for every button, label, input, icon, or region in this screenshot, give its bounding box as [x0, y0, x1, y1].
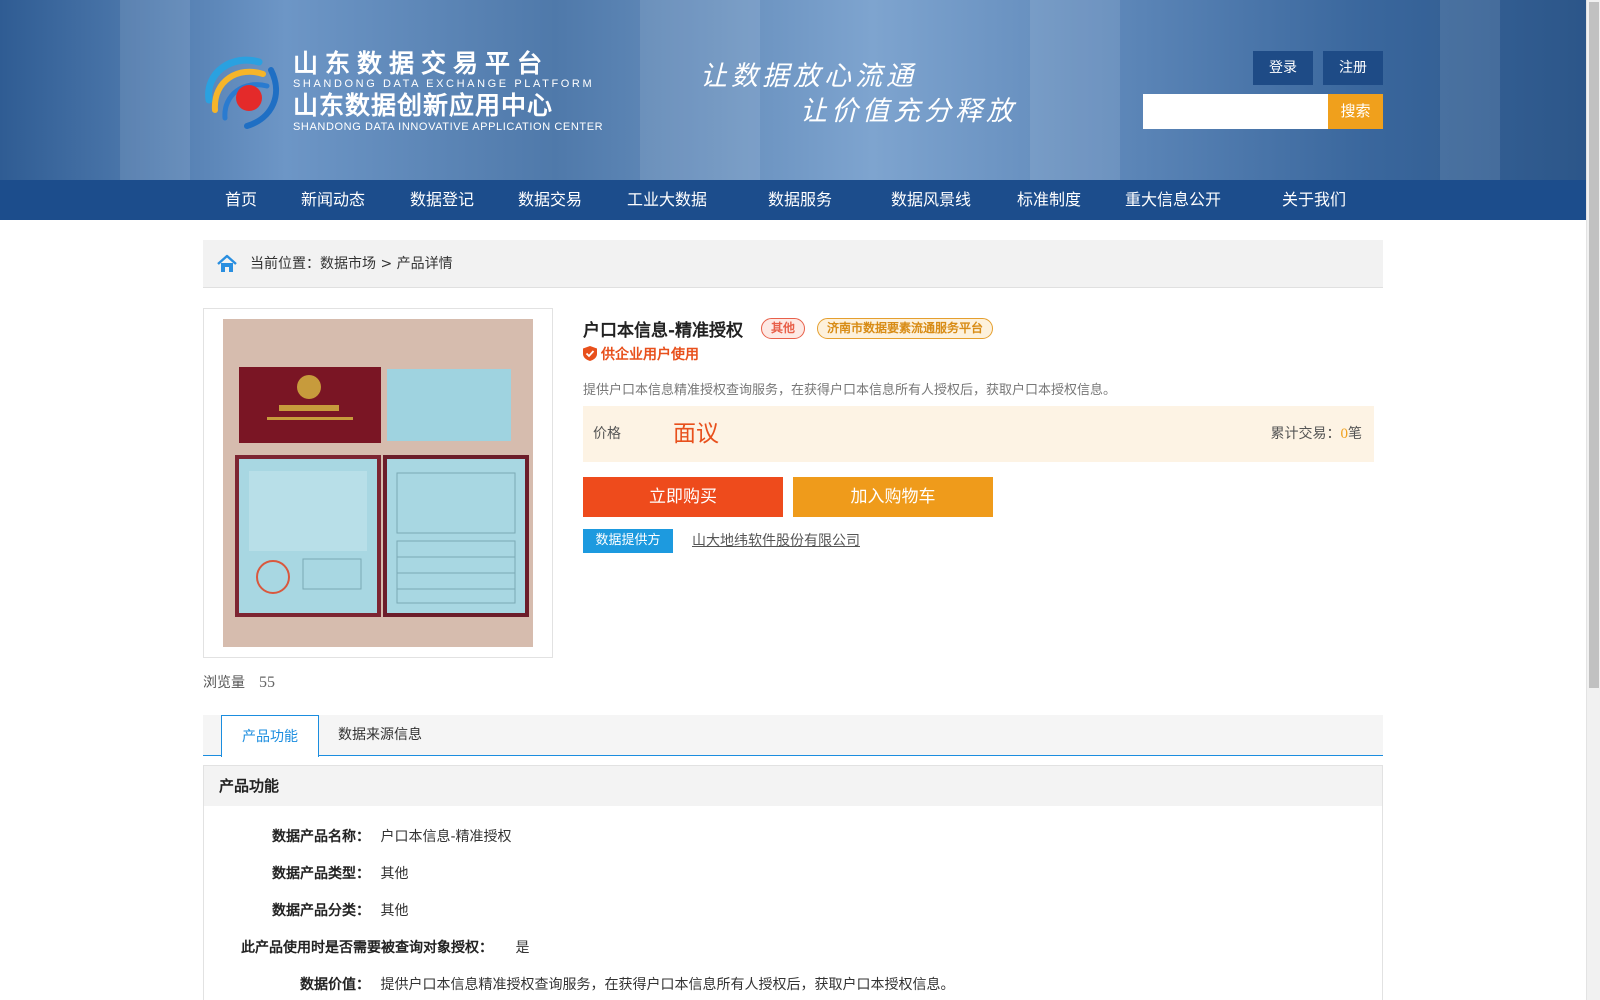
price-box: 价格 面议 累计交易：0笔 — [583, 406, 1374, 462]
header-stripe — [1030, 0, 1120, 180]
breadcrumb: 当前位置：数据市场 > 产品详情 — [203, 240, 1383, 288]
home-icon[interactable] — [217, 254, 237, 274]
platform-tag: 济南市数据要素流通服务平台 — [817, 318, 994, 339]
trade-number: 0 — [1340, 426, 1349, 442]
page-scrollbar[interactable] — [1586, 0, 1600, 1000]
nav-item-standards[interactable]: 标准制度 — [1017, 180, 1081, 220]
product-function-section: 产品功能 数据产品名称： 户口本信息-精准授权 数据产品类型： 其他 数据产品分… — [203, 765, 1383, 1000]
scrollbar-thumb[interactable] — [1589, 2, 1599, 688]
tab-data-source[interactable]: 数据来源信息 — [338, 715, 422, 756]
detail-key: 数据产品分类： — [272, 903, 370, 919]
nav-item-disclosure[interactable]: 重大信息公开 — [1125, 180, 1221, 220]
product-description: 提供户口本信息精准授权查询服务，在获得户口本信息所有人授权后，获取户口本授权信息… — [583, 383, 1117, 398]
detail-row-category: 数据产品分类： 其他 — [272, 900, 408, 920]
views-number: 55 — [259, 674, 275, 691]
shield-check-icon — [583, 346, 597, 361]
trade-label: 累计交易： — [1270, 426, 1341, 442]
breadcrumb-text: 当前位置：数据市场 > 产品详情 — [250, 256, 453, 272]
nav-item-home[interactable]: 首页 — [225, 180, 257, 220]
tab-product-function[interactable]: 产品功能 — [221, 715, 319, 757]
nav-item-registration[interactable]: 数据登记 — [410, 180, 474, 220]
detail-key: 数据价值： — [300, 977, 370, 993]
search-button[interactable]: 搜索 — [1328, 94, 1383, 129]
slogan-line-1: 让数据放心流通 — [700, 61, 917, 92]
header-stripe — [1440, 0, 1500, 180]
enterprise-use-text: 供企业用户使用 — [601, 347, 699, 363]
register-button[interactable]: 注册 — [1323, 51, 1383, 85]
product-type-tag: 其他 — [761, 318, 806, 339]
detail-value: 户口本信息-精准授权 — [380, 829, 512, 845]
product-tabs: 产品功能 数据来源信息 — [203, 715, 1383, 757]
trade-unit: 笔 — [1348, 426, 1362, 442]
site-logo-icon[interactable] — [203, 50, 283, 130]
main-nav: 首页 新闻动态 数据登记 数据交易 工业大数据 数据服务 数据风景线 标准制度 … — [0, 180, 1586, 220]
slogan-line-2: 让价值充分释放 — [800, 96, 1017, 127]
buy-now-button[interactable]: 立即购买 — [583, 477, 783, 517]
logo-subtitle-cn: 山东数据创新应用中心 — [293, 91, 554, 120]
product-title: 户口本信息-精准授权 — [583, 321, 744, 341]
detail-key: 数据产品类型： — [272, 866, 370, 882]
views-label: 浏览量 — [203, 675, 245, 691]
detail-value: 其他 — [380, 866, 409, 882]
search-input[interactable] — [1143, 94, 1328, 129]
detail-row-value: 数据价值： 提供户口本信息精准授权查询服务，在获得户口本信息所有人授权后，获取户… — [300, 974, 954, 994]
price-value: 面议 — [673, 421, 719, 446]
price-label: 价格 — [593, 426, 621, 442]
detail-value: 是 — [515, 940, 530, 956]
detail-row-authorization: 此产品使用时是否需要被查询对象授权： 是 — [241, 937, 529, 957]
section-title: 产品功能 — [204, 766, 1382, 806]
detail-key: 数据产品名称： — [272, 829, 370, 845]
provider-badge: 数据提供方 — [583, 529, 673, 553]
detail-row-type: 数据产品类型： 其他 — [272, 863, 408, 883]
household-register-photo-icon — [223, 319, 533, 647]
nav-item-industrial-data[interactable]: 工业大数据 — [627, 180, 707, 220]
nav-item-data-scenery[interactable]: 数据风景线 — [891, 180, 971, 220]
trade-count: 累计交易：0笔 — [1271, 406, 1363, 462]
enterprise-use-label: 供企业用户使用 — [583, 344, 699, 364]
detail-key: 此产品使用时是否需要被查询对象授权： — [241, 940, 493, 956]
nav-item-trading[interactable]: 数据交易 — [518, 180, 582, 220]
provider-link[interactable]: 山大地纬软件股份有限公司 — [692, 530, 860, 550]
login-button[interactable]: 登录 — [1253, 51, 1313, 85]
nav-item-news[interactable]: 新闻动态 — [301, 180, 365, 220]
logo-title-en: SHANDONG DATA EXCHANGE PLATFORM — [293, 78, 595, 90]
logo-text: 山东数据交易平台 SHANDONG DATA EXCHANGE PLATFORM… — [293, 49, 604, 134]
header-stripe — [120, 0, 190, 180]
nav-item-about[interactable]: 关于我们 — [1282, 180, 1346, 220]
view-count: 浏览量 55 — [203, 672, 275, 692]
logo-subtitle-en: SHANDONG DATA INNOVATIVE APPLICATION CEN… — [293, 121, 604, 133]
site-header: 山东数据交易平台 SHANDONG DATA EXCHANGE PLATFORM… — [0, 0, 1586, 180]
detail-row-name: 数据产品名称： 户口本信息-精准授权 — [272, 826, 512, 846]
product-photo — [223, 319, 533, 647]
logo-title-cn: 山东数据交易平台 — [293, 49, 550, 78]
detail-value: 提供户口本信息精准授权查询服务，在获得户口本信息所有人授权后，获取户口本授权信息… — [380, 977, 955, 993]
add-to-cart-button[interactable]: 加入购物车 — [793, 477, 993, 517]
nav-item-data-services[interactable]: 数据服务 — [768, 180, 832, 220]
product-image-frame — [203, 308, 553, 658]
detail-value: 其他 — [380, 903, 409, 919]
